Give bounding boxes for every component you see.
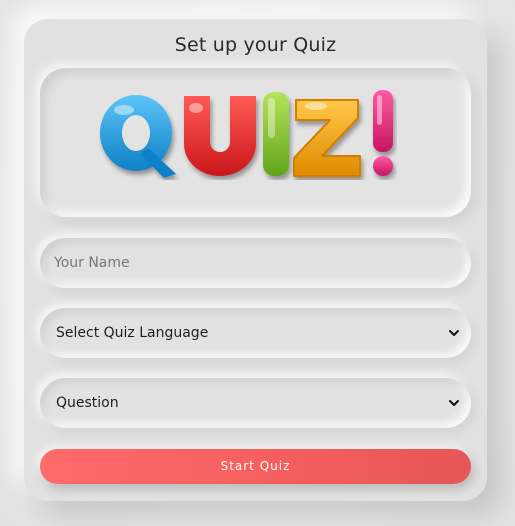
question-select-value: Question [56,395,119,411]
quiz-logo [100,90,393,178]
chevron-down-icon [449,330,459,336]
question-select[interactable]: Question [40,378,471,428]
quiz-banner [40,68,471,217]
card-title: Set up your Quiz [174,34,337,56]
logo-letter-u [184,96,256,176]
quiz-setup-card: Set up your Quiz Your Name Select Quiz L… [24,19,487,501]
chevron-down-icon [449,400,459,406]
start-quiz-button[interactable]: Start Quiz [40,449,471,484]
quiz-language-select[interactable]: Select Quiz Language [40,308,471,358]
logo-exclamation [373,90,393,176]
logo-letter-q [100,95,176,178]
logo-letter-z [293,99,361,177]
name-input[interactable] [40,238,471,288]
name-field-wrapper [40,238,471,288]
language-select-value: Select Quiz Language [56,325,209,341]
logo-letter-i [263,92,289,176]
